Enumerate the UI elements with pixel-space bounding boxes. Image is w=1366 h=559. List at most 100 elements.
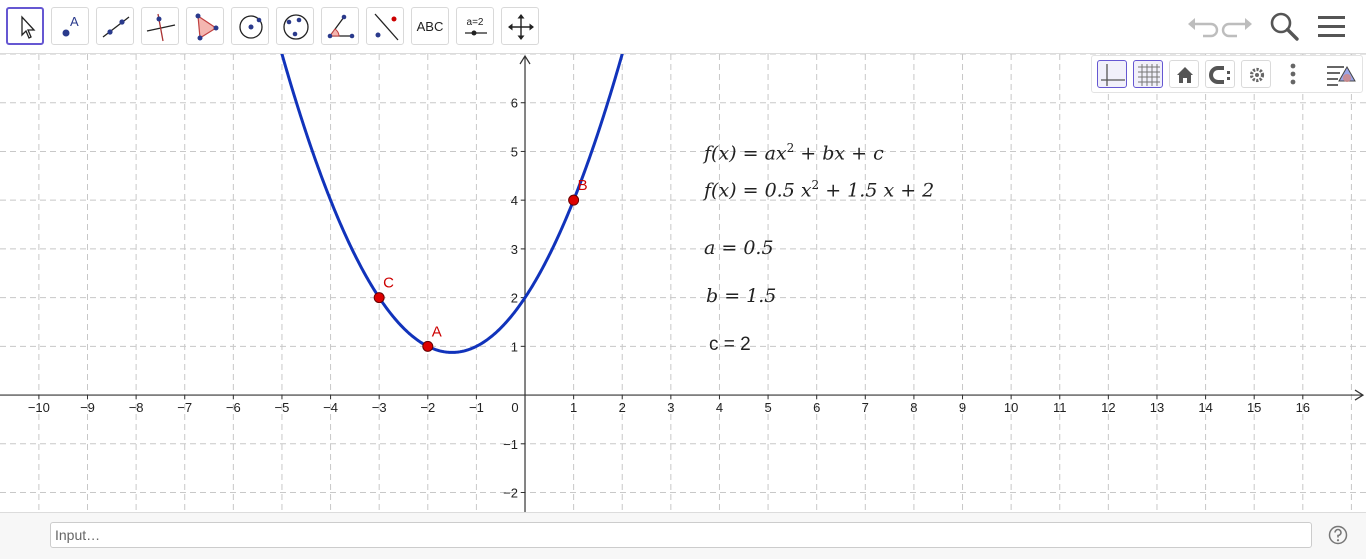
x-tick-label: −10: [28, 400, 50, 415]
undo-icon: [1188, 18, 1219, 38]
polygon-tool-icon: [195, 13, 219, 41]
x-axis-ticks: −10 −9 −8 −7 −6 −5 −4 −3 −2 −1 0 1 2 3 4 5 6 7 8 9 10 11 12 13 1…: [28, 395, 1310, 415]
more-options-button[interactable]: [1278, 60, 1308, 88]
svg-text:A: A: [70, 14, 79, 29]
input-bar: [0, 512, 1366, 559]
x-tick-label: 16: [1296, 400, 1310, 415]
circle-three-points-tool-icon: [283, 14, 309, 40]
toggle-axes-button[interactable]: [1097, 60, 1127, 88]
general-formula-lhs: f(x) = ax: [704, 142, 787, 165]
x-tick-label: −6: [226, 400, 241, 415]
x-tick-label: 6: [813, 400, 820, 415]
standard-view-button[interactable]: [1169, 60, 1199, 88]
point-tool[interactable]: A: [51, 7, 89, 45]
a-value-text[interactable]: a = 0.5: [704, 237, 774, 259]
point-tool-icon: A: [62, 14, 79, 37]
x-tick-label: 8: [910, 400, 917, 415]
point-label-c: C: [383, 275, 394, 292]
angle-tool-icon: [327, 14, 355, 39]
graphics-settings-button[interactable]: [1241, 60, 1271, 88]
function-definition-lhs: f(x) = 0.5 x: [704, 179, 812, 202]
reflect-tool-icon: [374, 13, 399, 41]
toggle-style-bar-button[interactable]: [1324, 60, 1358, 88]
search-button[interactable]: [1266, 8, 1302, 44]
coordinate-plane[interactable]: −10 −9 −8 −7 −6 −5 −4 −3 −2 −1 0 1 2 3 4 5 6 7 8 9 10 11 12 13 1…: [0, 54, 1366, 512]
x-tick-label: 3: [667, 400, 674, 415]
perpendicular-line-tool[interactable]: [141, 7, 179, 45]
circle-three-points-tool[interactable]: [276, 7, 314, 45]
text-tool[interactable]: ABC: [411, 7, 449, 45]
parabola-curve[interactable]: [269, 54, 635, 354]
point-capturing-button[interactable]: [1205, 60, 1235, 88]
x-tick-label: 5: [764, 400, 771, 415]
redo-icon: [1221, 18, 1252, 38]
input-help-button[interactable]: [1328, 525, 1348, 545]
b-value-text[interactable]: b = 1.5: [706, 285, 776, 307]
move-tool[interactable]: [6, 7, 44, 45]
toggle-grid-icon: [1138, 64, 1160, 86]
y-tick-label: 6: [511, 96, 518, 111]
x-tick-label: 1: [570, 400, 577, 415]
line-tool[interactable]: [96, 7, 134, 45]
redo-button[interactable]: [1220, 8, 1256, 44]
x-tick-label: 11: [1053, 400, 1067, 415]
graphics-view[interactable]: −10 −9 −8 −7 −6 −5 −4 −3 −2 −1 0 1 2 3 4 5 6 7 8 9 10 11 12 13 1…: [0, 54, 1366, 512]
x-tick-label: −8: [129, 400, 144, 415]
circle-center-point-tool[interactable]: [231, 7, 269, 45]
grid: [0, 54, 1366, 512]
point-label-b: B: [578, 177, 588, 194]
points: A B C: [373, 177, 588, 352]
c-value-text[interactable]: c = 2: [709, 334, 751, 356]
style-bar-toggle-icon: [1327, 65, 1356, 86]
x-tick-label: −4: [323, 400, 338, 415]
x-tick-label: −2: [420, 400, 435, 415]
point-c[interactable]: [373, 292, 385, 304]
x-tick-label: −7: [177, 400, 192, 415]
b-value-label: b = 1.5: [706, 285, 777, 307]
polygon-tool[interactable]: [186, 7, 224, 45]
x-tick-label: 4: [716, 400, 723, 415]
graphics-style-bar: [1091, 55, 1363, 93]
x-tick-label: 0: [511, 400, 518, 415]
point-a[interactable]: [422, 340, 434, 352]
x-tick-label: 9: [959, 400, 966, 415]
move-graphics-view-tool[interactable]: [501, 7, 539, 45]
reflect-tool[interactable]: [366, 7, 404, 45]
circle-center-point-tool-icon: [239, 15, 263, 39]
x-tick-label: 2: [619, 400, 626, 415]
search-icon: [1270, 12, 1299, 41]
x-tick-label: −9: [80, 400, 95, 415]
move-tool-icon: [21, 15, 36, 39]
settings-gear-icon: [1249, 67, 1265, 83]
algebra-input-field[interactable]: [50, 522, 1312, 548]
main-menu-button[interactable]: [1314, 8, 1350, 44]
y-tick-label: 4: [511, 193, 518, 208]
x-tick-label: 12: [1101, 400, 1115, 415]
help-icon: [1328, 525, 1348, 545]
general-formula[interactable]: f(x) = ax2 + bx + c: [704, 141, 884, 164]
y-axis-ticks: −2 −1 1 2 3 4 5 6: [503, 96, 526, 501]
menu-icon: [1318, 16, 1345, 37]
slider-tool[interactable]: a=2: [456, 7, 494, 45]
y-tick-label: 1: [511, 339, 518, 354]
home-icon: [1177, 67, 1193, 83]
angle-tool[interactable]: [321, 7, 359, 45]
undo-button[interactable]: [1184, 8, 1220, 44]
x-tick-label: 7: [862, 400, 869, 415]
point-b[interactable]: [568, 194, 580, 206]
x-tick-label: −5: [275, 400, 290, 415]
perpendicular-line-tool-icon: [146, 13, 176, 42]
y-tick-label: 3: [511, 242, 518, 257]
x-tick-label: 10: [1004, 400, 1018, 415]
x-tick-label: 13: [1150, 400, 1164, 415]
y-tick-label: −1: [503, 437, 518, 452]
toggle-grid-button[interactable]: [1133, 60, 1163, 88]
toolbar: A ABC a=2: [0, 0, 1366, 54]
function-definition[interactable]: f(x) = 0.5 x2 + 1.5 x + 2: [704, 178, 934, 201]
y-tick-label: 5: [511, 144, 518, 159]
y-tick-label: 2: [511, 291, 518, 306]
x-tick-label: −1: [469, 400, 484, 415]
x-tick-label: −3: [372, 400, 387, 415]
toggle-axes-icon: [1101, 64, 1125, 86]
general-formula-rhs: + bx + c: [794, 142, 884, 165]
